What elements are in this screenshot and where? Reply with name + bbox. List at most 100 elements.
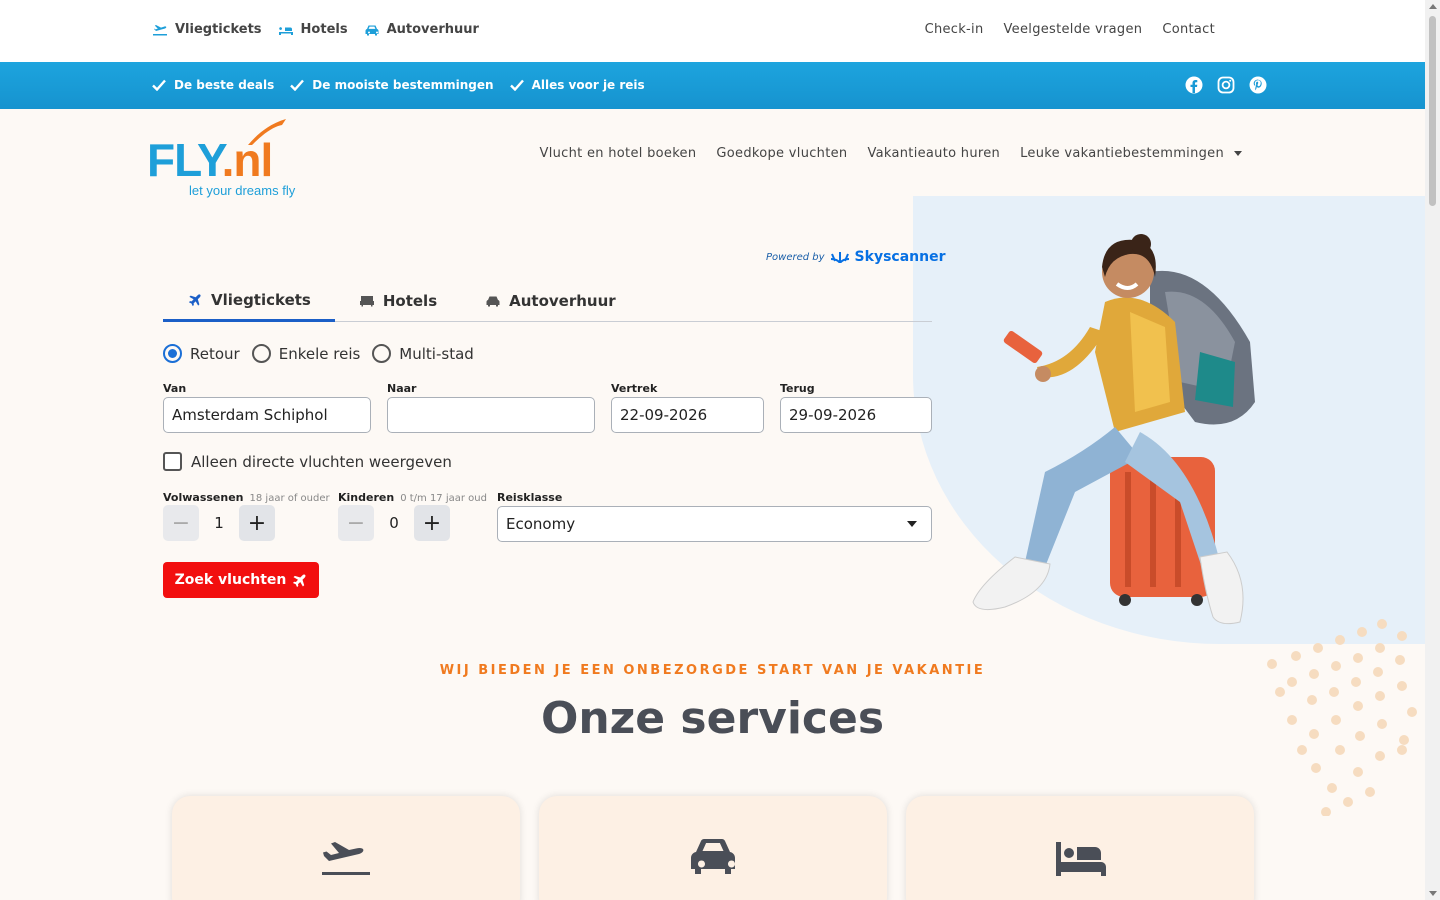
radio-return[interactable]: Retour <box>163 344 240 363</box>
top-right-links: Check-in Veelgestelde vragen Contact <box>925 22 1215 37</box>
class-select[interactable]: Economy <box>497 506 932 542</box>
nav-destinations-label: Leuke vakantiebestemmingen <box>1020 146 1224 161</box>
bed-icon <box>359 296 374 307</box>
top-link-cars-label: Autoverhuur <box>386 22 479 37</box>
car-icon <box>365 25 379 35</box>
children-minus-button[interactable]: − <box>338 505 374 541</box>
faq-link[interactable]: Veelgestelde vragen <box>1004 22 1143 37</box>
trip-type-group: Retour Enkele reis Multi-stad <box>163 344 474 363</box>
tab-cars-label: Autoverhuur <box>509 292 616 310</box>
top-link-hotels-label: Hotels <box>300 22 348 37</box>
children-label: Kinderen 0 t/m 17 jaar oud <box>338 491 487 504</box>
scroll-down-icon[interactable] <box>1429 891 1437 896</box>
tab-flights-label: Vliegtickets <box>211 290 311 309</box>
car-icon <box>691 839 735 874</box>
site-header: FLY.nl let your dreams fly Vlucht en hot… <box>0 109 1425 199</box>
usp-list: De beste deals De mooiste bestemmingen A… <box>152 78 645 92</box>
adults-minus-button[interactable]: − <box>163 505 199 541</box>
plane-icon <box>153 24 167 35</box>
tab-flights[interactable]: Vliegtickets <box>163 280 335 322</box>
from-label: Van <box>163 382 187 395</box>
to-input[interactable] <box>387 397 595 433</box>
instagram-icon[interactable] <box>1217 76 1235 94</box>
to-field-group: Naar <box>387 382 595 433</box>
powered-by-text: Powered by <box>766 251 825 263</box>
scroll-thumb[interactable] <box>1429 16 1436 206</box>
radio-oneway[interactable]: Enkele reis <box>251 344 360 363</box>
usp-label: Alles voor je reis <box>531 78 645 92</box>
plane-icon <box>188 293 201 306</box>
facebook-icon[interactable] <box>1185 76 1203 94</box>
tab-cars[interactable]: Autoverhuur <box>461 280 640 322</box>
return-label: Terug <box>780 382 815 395</box>
car-icon <box>486 296 500 307</box>
checkin-link[interactable]: Check-in <box>925 22 984 37</box>
scroll-up-icon[interactable] <box>1429 4 1437 9</box>
top-link-flights[interactable]: Vliegtickets <box>152 22 262 37</box>
pinterest-icon[interactable] <box>1249 76 1267 94</box>
site-logo[interactable]: FLY.nl let your dreams fly <box>147 119 312 199</box>
adults-value: 1 <box>214 514 224 532</box>
search-tabs: Vliegtickets Hotels Autoverhuur <box>163 280 932 322</box>
checkbox-box <box>163 452 182 471</box>
radio-multicity-label: Multi-stad <box>399 344 474 363</box>
depart-date-input[interactable]: 22-09-2026 <box>611 397 764 433</box>
usp-item: De mooiste bestemmingen <box>290 78 494 92</box>
top-links: Vliegtickets Hotels Autoverhuur <box>152 22 479 37</box>
nav-destinations-dropdown[interactable]: Leuke vakantiebestemmingen <box>1020 146 1242 161</box>
bed-icon <box>278 25 293 35</box>
service-card-cars[interactable] <box>539 796 887 900</box>
top-link-hotels[interactable]: Hotels <box>278 22 348 37</box>
usp-label: De beste deals <box>174 78 275 92</box>
top-link-cars[interactable]: Autoverhuur <box>364 22 479 37</box>
chevron-down-icon <box>1234 151 1242 156</box>
service-card-hotels[interactable] <box>906 796 1254 900</box>
depart-label: Vertrek <box>611 382 658 395</box>
return-field-group: Terug 29-09-2026 <box>780 382 932 433</box>
check-icon <box>509 79 524 91</box>
nav-flight-hotel[interactable]: Vlucht en hotel boeken <box>540 146 697 161</box>
powered-by-badge: Powered by Skyscanner <box>766 249 945 265</box>
skyscanner-name: Skyscanner <box>854 249 946 265</box>
plane-icon <box>293 574 306 587</box>
search-button-label: Zoek vluchten <box>174 572 287 588</box>
top-link-flights-label: Vliegtickets <box>175 22 262 37</box>
search-flights-button[interactable]: Zoek vluchten <box>163 562 319 598</box>
adults-label: Volwassenen 18 jaar of ouder <box>163 491 330 504</box>
page-scrollbar[interactable] <box>1425 0 1440 900</box>
usp-bar: De beste deals De mooiste bestemmingen A… <box>0 62 1425 109</box>
skyscanner-logo-icon <box>830 252 849 263</box>
usp-item: Alles voor je reis <box>509 78 645 92</box>
tab-hotels[interactable]: Hotels <box>335 280 461 322</box>
adults-counter: Volwassenen 18 jaar of ouder − 1 + <box>163 491 330 541</box>
class-label: Reisklasse <box>497 491 563 504</box>
usp-item: De beste deals <box>152 78 274 92</box>
plane-departure-icon <box>322 842 370 875</box>
services-title: Onze services <box>540 693 885 744</box>
usp-label: De mooiste bestemmingen <box>312 78 494 92</box>
class-select-group: Reisklasse Economy <box>497 491 932 542</box>
nav-cheap-flights[interactable]: Goedkope vluchten <box>716 146 847 161</box>
adults-plus-button[interactable]: + <box>239 505 275 541</box>
from-input[interactable]: Amsterdam Schiphol <box>163 397 371 433</box>
children-plus-button[interactable]: + <box>414 505 450 541</box>
service-card-flights[interactable] <box>172 796 520 900</box>
bed-icon <box>1056 842 1106 876</box>
radio-multicity[interactable]: Multi-stad <box>372 344 474 363</box>
radio-circle <box>163 344 182 363</box>
social-links <box>1185 76 1267 94</box>
children-counter: Kinderen 0 t/m 17 jaar oud − 0 + <box>338 491 487 541</box>
hero-traveler-image <box>972 234 1255 625</box>
check-icon <box>290 79 305 91</box>
radio-circle <box>372 344 392 363</box>
return-date-input[interactable]: 29-09-2026 <box>780 397 932 433</box>
logo-wordmark: FLY.nl <box>147 134 273 186</box>
direct-flights-label: Alleen directe vluchten weergeven <box>191 452 452 471</box>
nav-car-rental[interactable]: Vakantieauto huren <box>867 146 1000 161</box>
contact-link[interactable]: Contact <box>1162 22 1215 37</box>
services-cards <box>172 796 1254 900</box>
services-eyebrow: WIJ BIEDEN JE EEN ONBEZORGDE START VAN J… <box>439 663 986 678</box>
direct-flights-checkbox[interactable]: Alleen directe vluchten weergeven <box>163 452 452 471</box>
from-field-group: Van Amsterdam Schiphol <box>163 382 371 433</box>
tab-hotels-label: Hotels <box>382 292 438 310</box>
